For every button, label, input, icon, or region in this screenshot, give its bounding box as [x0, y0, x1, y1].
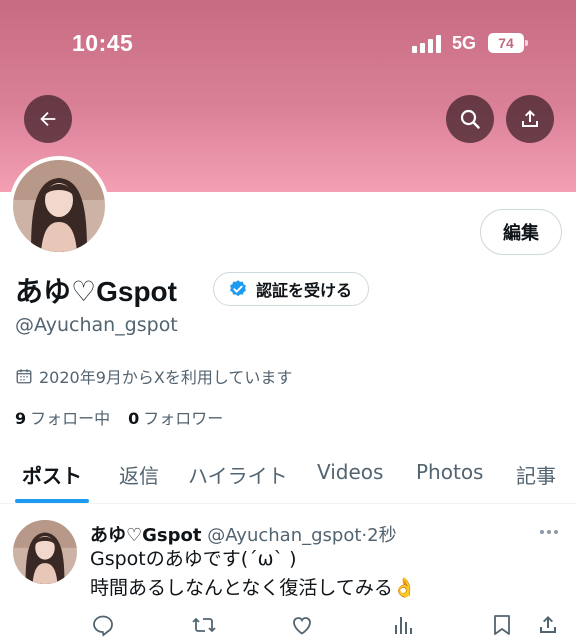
share-icon: [522, 110, 538, 127]
avatar-photo: [13, 160, 105, 252]
tweet-text: Gspotのあゆです(ˊωˋ ) 時間あるしなんとなく復活してみる👌: [90, 548, 417, 599]
status-bar: 10:45 5G 74: [0, 0, 576, 80]
profile-handle: @Ayuchan_gspot: [15, 314, 178, 336]
following-label: フォロー中: [30, 409, 111, 428]
tab-replies[interactable]: 返信: [119, 460, 159, 489]
status-time: 10:45: [72, 30, 134, 56]
tweet-time[interactable]: 2秒: [367, 525, 396, 546]
edit-profile-button[interactable]: 編集: [480, 209, 562, 255]
tab-posts[interactable]: ポスト: [22, 460, 82, 489]
like-icon[interactable]: [290, 613, 314, 637]
tweet-actions: [0, 613, 576, 641]
profile-display-name: あゆ♡Gspot: [15, 276, 177, 307]
join-date-text: 2020年9月からXを利用しています: [39, 368, 293, 387]
tweet-avatar[interactable]: [13, 520, 77, 584]
avatar-photo: [13, 520, 77, 584]
repost-icon[interactable]: [191, 613, 217, 637]
views-icon[interactable]: [391, 613, 415, 637]
verified-badge-icon: [230, 280, 246, 297]
followers-count: 0: [128, 409, 140, 428]
following-link[interactable]: 9 フォロー中: [15, 405, 110, 429]
share-button[interactable]: [506, 95, 554, 143]
reply-icon[interactable]: [91, 613, 115, 637]
tab-articles[interactable]: 記事: [516, 460, 556, 489]
followers-label: フォロワー: [143, 409, 224, 428]
tweet-header: あゆ♡Gspot @Ayuchan_gspot·2秒: [90, 521, 397, 547]
tweet[interactable]: あゆ♡Gspot @Ayuchan_gspot·2秒 Gspotのあゆです(ˊω…: [0, 505, 576, 641]
bookmark-icon[interactable]: [491, 613, 513, 637]
active-tab-indicator: [15, 499, 89, 503]
join-date: 2020年9月からXを利用しています: [15, 364, 292, 388]
tab-videos[interactable]: Videos: [317, 460, 383, 484]
profile-tabs: ポスト 返信 ハイライト Videos Photos 記事: [0, 446, 576, 504]
more-options-icon[interactable]: [539, 529, 559, 535]
follow-stats: 9 フォロー中 0 フォロワー: [15, 405, 223, 429]
get-verified-button[interactable]: 認証を受ける: [213, 272, 370, 306]
profile-avatar[interactable]: [9, 156, 109, 256]
battery-icon: 74: [488, 33, 528, 53]
share-post-icon[interactable]: [536, 613, 560, 637]
tab-photos[interactable]: Photos: [416, 460, 483, 484]
followers-link[interactable]: 0 フォロワー: [128, 405, 223, 429]
arrow-left-icon: [40, 111, 56, 127]
tweet-author-name[interactable]: あゆ♡Gspot: [90, 525, 201, 546]
get-verified-label: 認証を受ける: [256, 281, 353, 300]
search-button[interactable]: [446, 95, 494, 143]
following-count: 9: [15, 409, 27, 428]
tab-highlights[interactable]: ハイライト: [188, 460, 288, 489]
back-button[interactable]: [24, 95, 72, 143]
calendar-icon: [16, 369, 32, 384]
signal-icon: [412, 35, 442, 53]
tweet-author-handle[interactable]: @Ayuchan_gspot: [207, 525, 361, 546]
search-icon: [460, 109, 480, 129]
network-type: 5G: [452, 33, 477, 53]
